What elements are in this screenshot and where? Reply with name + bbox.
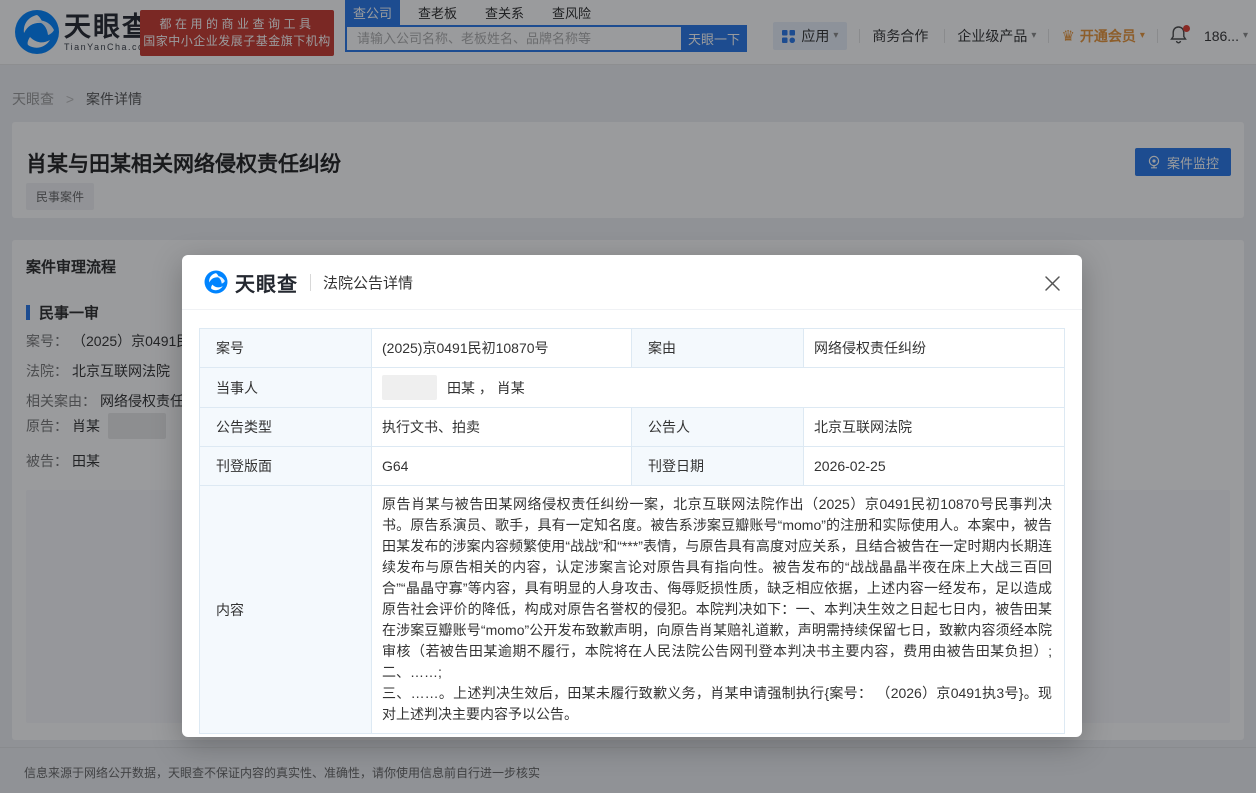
court-notice-modal: 天眼查 法院公告详情 案号 (2025)京0491民初10870号 案由 网络侵… (182, 255, 1082, 737)
parties-value: 田某 ， 肖某 (447, 379, 525, 396)
page-label: 刊登版面 (199, 446, 372, 486)
tianyancha-swirl-icon (204, 270, 228, 294)
content-paragraph-2: 三、……。上述判决生效后，田某未履行致歉义务，肖某申请强制执行{案号： （202… (382, 685, 1052, 722)
content-value-cell: 原告肖某与被告田某网络侵权责任纠纷一案，北京互联网法院作出（2025）京0491… (371, 485, 1065, 734)
notice-detail-table: 案号 (2025)京0491民初10870号 案由 网络侵权责任纠纷 当事人 田… (199, 328, 1065, 734)
publish-date-value: 2026-02-25 (803, 446, 1065, 486)
cause-label: 案由 (631, 328, 804, 368)
modal-brand-divider (310, 273, 311, 291)
table-row: 内容 原告肖某与被告田某网络侵权责任纠纷一案，北京互联网法院作出（2025）京0… (199, 485, 1065, 734)
notice-type-value: 执行文书、拍卖 (371, 407, 632, 447)
content-label: 内容 (199, 485, 372, 734)
announcer-label: 公告人 (631, 407, 804, 447)
announcer-value: 北京互联网法院 (803, 407, 1065, 447)
notice-type-label: 公告类型 (199, 407, 372, 447)
parties-value-cell: 田某 ， 肖某 (371, 367, 1065, 408)
table-row: 当事人 田某 ， 肖某 (199, 367, 1065, 408)
page: 天眼查 TianYanCha.com 都在用的商业查询工具 国家中小企业发展子基… (0, 0, 1256, 793)
modal-header: 天眼查 法院公告详情 (182, 255, 1082, 310)
table-row: 刊登版面 G64 刊登日期 2026-02-25 (199, 446, 1065, 486)
redacted-avatar (382, 375, 437, 400)
page-value: G64 (371, 446, 632, 486)
table-row: 公告类型 执行文书、拍卖 公告人 北京互联网法院 (199, 407, 1065, 447)
publish-date-label: 刊登日期 (631, 446, 804, 486)
parties-label: 当事人 (199, 367, 372, 408)
content-paragraph-1: 原告肖某与被告田某网络侵权责任纠纷一案，北京互联网法院作出（2025）京0491… (382, 496, 1052, 680)
case-no-label: 案号 (199, 328, 372, 368)
modal-brand: 天眼查 (235, 273, 298, 296)
modal-title: 法院公告详情 (323, 274, 414, 292)
modal-body: 案号 (2025)京0491民初10870号 案由 网络侵权责任纠纷 当事人 田… (182, 310, 1082, 751)
case-no-value: (2025)京0491民初10870号 (371, 328, 632, 368)
close-icon[interactable] (1040, 271, 1064, 295)
cause-value: 网络侵权责任纠纷 (803, 328, 1065, 368)
table-row: 案号 (2025)京0491民初10870号 案由 网络侵权责任纠纷 (199, 328, 1065, 368)
